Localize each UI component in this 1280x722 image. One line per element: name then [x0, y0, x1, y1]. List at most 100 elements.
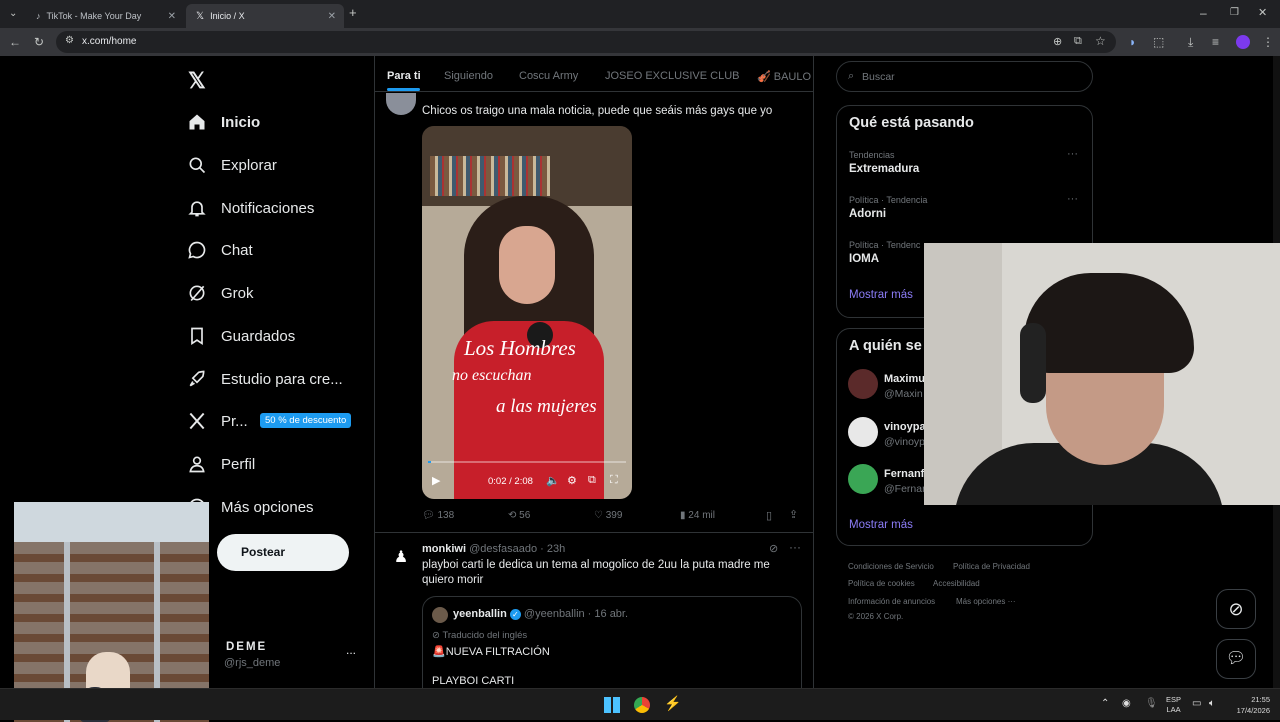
search-box[interactable]: ⌕ Buscar	[836, 61, 1093, 92]
fullscreen-icon[interactable]: ⛶	[610, 474, 618, 487]
close-tab-icon[interactable]: ✕	[168, 11, 176, 22]
sidebar-item-label: Perfil	[221, 455, 256, 473]
follow-avatar[interactable]	[848, 369, 878, 399]
tab-baulo[interactable]: 🎻 BAULO C	[757, 70, 813, 83]
follow-name[interactable]: Maximu	[884, 373, 925, 385]
grok-float-button[interactable]: ⊘	[1216, 589, 1256, 629]
address-bar[interactable]: ⚙ x.com/home ⊕ ⧉ ☆	[56, 31, 1116, 53]
restore-icon[interactable]: ❐	[1230, 6, 1239, 20]
footer-ads[interactable]: Información de anuncios	[848, 597, 935, 606]
tab-search-icon[interactable]: ⌄	[9, 7, 17, 21]
footer-accessibility[interactable]: Accesibilidad	[933, 579, 980, 588]
repost-button[interactable]: ⟲ 56	[508, 510, 530, 521]
follow-name[interactable]: Fernanf	[884, 468, 924, 480]
language-indicator[interactable]: ESP LAA	[1166, 695, 1181, 715]
profile-avatar-icon[interactable]	[1236, 35, 1250, 49]
settings-icon[interactable]: ⚙	[567, 474, 577, 487]
pip-icon[interactable]: ⧉	[588, 474, 596, 487]
follow-handle: @Maxin	[884, 388, 923, 400]
footer-cookies[interactable]: Política de cookies	[848, 579, 915, 588]
video-person-face	[499, 226, 555, 304]
network-icon[interactable]: ▭	[1192, 698, 1201, 709]
play-icon[interactable]: ▶	[432, 474, 440, 487]
follow-show-more[interactable]: Mostrar más	[849, 519, 913, 531]
grok-explain-icon[interactable]: ⊘	[769, 542, 778, 555]
sidebar-item-bookmark[interactable]: Guardados	[186, 321, 295, 351]
close-tab-icon[interactable]: ✕	[328, 11, 336, 22]
media-icon[interactable]: ≡	[1212, 35, 1219, 49]
back-icon[interactable]: ←	[9, 35, 21, 49]
follow-avatar[interactable]	[848, 464, 878, 494]
follow-name[interactable]: vinoypa	[884, 421, 926, 433]
download-icon[interactable]: ⤓	[1188, 35, 1193, 49]
close-window-icon[interactable]: ✕	[1258, 6, 1267, 20]
tweet2-text: playboi carti le dedica un tema al mogol…	[422, 559, 770, 586]
follow-avatar[interactable]	[848, 417, 878, 447]
trend-category: Política · Tendencia	[849, 195, 928, 205]
post-button[interactable]: Postear	[217, 534, 349, 571]
tweet-video[interactable]: Los Hombres no escuchan a las mujeres ▶ …	[422, 126, 632, 499]
browser-tab-tiktok[interactable]: ♪ TikTok - Make Your Day ✕	[26, 4, 184, 28]
tray-chevron-icon[interactable]: ⌃	[1101, 698, 1109, 709]
sidebar-item-search[interactable]: Explorar	[186, 150, 277, 180]
tab-joseo[interactable]: JOSEO EXCLUSIVE CLUB	[605, 70, 740, 82]
footer-more[interactable]: Más opciones ···	[956, 597, 1016, 606]
lang-line-1: ESP	[1166, 695, 1182, 704]
extension-icon[interactable]: ◗	[1129, 35, 1136, 49]
volume-tray-icon[interactable]: 🔈︎	[1209, 698, 1215, 709]
footer-terms[interactable]: Condiciones de Servicio	[848, 562, 934, 571]
x-logo-icon[interactable]: 𝕏	[188, 68, 206, 94]
trends-show-more[interactable]: Mostrar más	[849, 289, 913, 301]
zoom-icon[interactable]: ⊕	[1053, 35, 1062, 48]
chat-float-button[interactable]: 💬︎	[1216, 639, 1256, 679]
tab-siguiendo[interactable]: Siguiendo	[444, 70, 493, 82]
trend-item[interactable]: Extremadura	[849, 163, 919, 175]
premium-discount-badge[interactable]: 50 % de descuento	[260, 413, 352, 428]
trend-more-icon[interactable]: ···	[1067, 148, 1078, 160]
more-icon[interactable]: ...	[346, 643, 356, 657]
mic-tray-icon[interactable]: 🎙︎	[1145, 698, 1158, 709]
bookmark-star-icon[interactable]: ☆	[1095, 34, 1106, 48]
sidebar-item-label: Pr...	[221, 412, 248, 430]
sidebar-item-bell[interactable]: Notificaciones	[186, 193, 314, 223]
views-button[interactable]: ▮ 24 mil	[680, 510, 715, 521]
sidebar-item-person[interactable]: Perfil	[186, 449, 255, 479]
video-progress-fill	[428, 461, 432, 463]
install-icon[interactable]: ⧉	[1074, 35, 1082, 48]
chrome-taskbar-icon[interactable]	[634, 697, 650, 713]
who-to-follow-title: A quién se	[849, 338, 922, 354]
tweet2-author[interactable]: monkiwi	[422, 543, 466, 555]
tweet2-avatar[interactable]: ♟	[386, 543, 416, 573]
minimize-icon[interactable]: –	[1200, 6, 1207, 20]
sidebar-item-rocket[interactable]: Estudio para cre...	[186, 364, 343, 394]
new-tab-icon[interactable]: +	[349, 6, 357, 20]
tab-coscu-army[interactable]: Coscu Army	[519, 70, 578, 82]
like-button[interactable]: ♡ 399	[594, 510, 622, 521]
reload-icon[interactable]: ↻	[34, 35, 44, 49]
reply-button[interactable]: 💬︎ 138	[422, 510, 454, 521]
app-taskbar-icon[interactable]: ⚡	[664, 695, 681, 712]
tweet-more-icon[interactable]: ···	[789, 540, 801, 554]
account-switcher[interactable]: DEME @rjs_deme ...	[224, 638, 364, 674]
browser-menu-icon[interactable]: ⋮	[1262, 35, 1274, 49]
bookmark-icon[interactable]: ▯	[766, 509, 772, 522]
share-icon[interactable]: ⇪	[789, 508, 798, 521]
video-progress-track[interactable]	[428, 461, 626, 463]
sidebar-item-grok[interactable]: Grok	[186, 278, 254, 308]
footer-privacy[interactable]: Política de Privacidad	[953, 562, 1030, 571]
tab-para-ti[interactable]: Para ti	[387, 70, 421, 82]
windows-start-icon[interactable]	[604, 697, 620, 713]
site-info-icon[interactable]: ⚙	[65, 35, 74, 46]
trend-item[interactable]: Adorni	[849, 208, 886, 220]
sidebar-item-home[interactable]: Inicio	[186, 107, 260, 137]
browser-tab-x[interactable]: 𝕏 Inicio / X ✕	[186, 4, 344, 28]
translate-icon: ⊘	[432, 630, 440, 641]
puzzle-icon[interactable]: ⬚	[1153, 35, 1164, 49]
trend-item[interactable]: IOMA	[849, 253, 879, 265]
trend-more-icon[interactable]: ···	[1067, 193, 1078, 205]
volume-icon[interactable]: 🔈	[546, 474, 560, 487]
clock[interactable]: 21:55 17/4/2026	[1226, 694, 1270, 716]
sidebar-item-x-logo[interactable]: Pr...	[186, 406, 248, 436]
discord-tray-icon[interactable]: ◉	[1122, 698, 1131, 709]
sidebar-item-chat[interactable]: Chat	[186, 235, 253, 265]
